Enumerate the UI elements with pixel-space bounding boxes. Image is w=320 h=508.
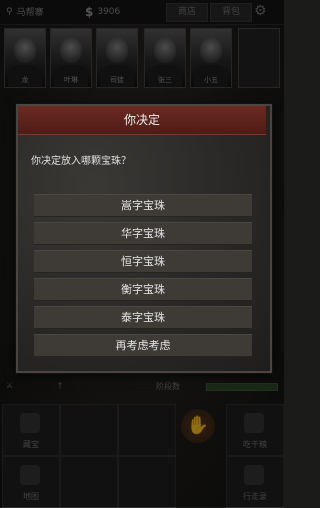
- option-heng-gem[interactable]: 恒字宝珠: [34, 250, 252, 273]
- option-hua-gem[interactable]: 华字宝珠: [34, 222, 252, 245]
- option-tai-gem[interactable]: 泰字宝珠: [34, 306, 252, 329]
- option-song-gem[interactable]: 嵩字宝珠: [34, 194, 252, 217]
- choose-gem-dialog: 你决定 你决定放入哪颗宝珠？ 嵩字宝珠 华字宝珠 恒字宝珠 衡字宝珠 泰字宝珠 …: [16, 104, 272, 373]
- option-heng2-gem[interactable]: 衡字宝珠: [34, 278, 252, 301]
- reconsider-button[interactable]: 再考虑考虑: [34, 334, 252, 357]
- dialog-title: 你决定: [18, 106, 266, 135]
- dialog-prompt: 你决定放入哪颗宝珠？: [31, 156, 131, 167]
